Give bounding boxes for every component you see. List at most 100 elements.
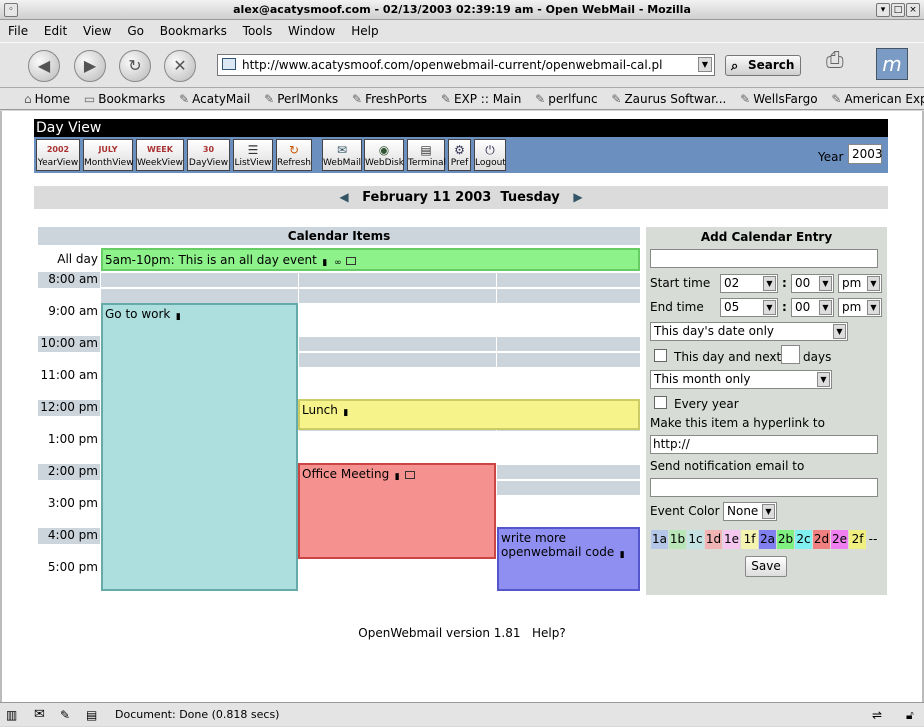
color-swatch[interactable]: 1d (705, 530, 722, 549)
webmail-button[interactable]: ✉ WebMail (322, 139, 362, 171)
menu-view[interactable]: View (83, 20, 111, 42)
previous-day-icon[interactable]: ◀ (339, 190, 348, 204)
event-lunch[interactable]: Lunch ▮ (298, 399, 640, 430)
maximize-icon[interactable]: □ (891, 3, 905, 17)
end-time-label: End time (650, 300, 704, 314)
menu-bookmarks[interactable]: Bookmarks (160, 20, 227, 42)
webdisk-button[interactable]: ◉ WebDisk (364, 139, 404, 171)
dropdown-icon: ▼ (867, 300, 880, 315)
days-count-input[interactable] (781, 345, 800, 364)
menu-help[interactable]: Help (351, 20, 378, 42)
monthview-button[interactable]: JULY MonthView (83, 139, 134, 171)
bookmark-zaurus[interactable]: ✎ Zaurus Softwar... (611, 88, 726, 109)
bookmark-freshports[interactable]: ✎ FreshPorts (352, 88, 427, 109)
composer-icon[interactable]: ✎ (60, 703, 70, 727)
listview-button[interactable]: ☰ ListView (233, 139, 273, 171)
event-color-select[interactable]: None ▼ (723, 502, 777, 521)
bookmark-folder[interactable]: ▭ Bookmarks (84, 88, 165, 109)
menu-file[interactable]: File (8, 20, 28, 42)
year-input[interactable]: 2003 (848, 144, 883, 164)
trash-icon[interactable]: ▮ (320, 258, 330, 268)
start-minute-select[interactable]: 00 ▼ (791, 274, 834, 293)
email-input[interactable] (650, 478, 878, 497)
menu-go[interactable]: Go (127, 20, 144, 42)
terminal-button[interactable]: ▤ Terminal (407, 139, 446, 171)
color-swatch[interactable]: 2a (759, 530, 776, 549)
calendar-grid: Calendar Items All day 8:00 am 9:00 am 1… (38, 227, 640, 592)
color-swatch[interactable]: 2f (849, 530, 866, 549)
url-dropdown-icon[interactable]: ▼ (698, 57, 712, 72)
url-bar[interactable]: http://www.acatysmoof.com/openwebmail-cu… (217, 54, 715, 76)
color-swatch[interactable]: 1f (741, 530, 758, 549)
start-ampm-select[interactable]: pm ▼ (838, 274, 882, 293)
menu-tools[interactable]: Tools (243, 20, 273, 42)
dayview-button[interactable]: 30 DayView (187, 139, 230, 171)
entry-description-input[interactable] (650, 249, 878, 268)
bookmark-exp[interactable]: ✎ EXP :: Main (441, 88, 521, 109)
bookmark-amex[interactable]: ✎American Expr... (831, 88, 924, 109)
next-day-icon[interactable]: ▶ (573, 190, 582, 204)
pref-button[interactable]: ⚙ Pref (448, 139, 471, 171)
every-year-checkbox[interactable] (654, 396, 667, 409)
event-allday[interactable]: 5am-10pm: This is an all day event ▮ ∞ (101, 248, 640, 271)
bookmark-perlfunc[interactable]: ✎ perlfunc (535, 88, 597, 109)
search-button[interactable]: ⌕ Search (725, 55, 801, 76)
trash-icon[interactable]: ▮ (392, 472, 402, 482)
save-button[interactable]: Save (745, 556, 787, 577)
reload-icon[interactable]: ↻ (119, 50, 151, 82)
end-minute-select[interactable]: 00 ▼ (791, 298, 834, 317)
yearview-button[interactable]: 2002 YearView (36, 139, 80, 171)
bookmark-wellsfargo[interactable]: ✎ WellsFargo (740, 88, 817, 109)
stop-icon[interactable]: ✕ (164, 50, 196, 82)
color-swatch[interactable]: 1b (669, 530, 686, 549)
month-scope-select[interactable]: This month only ▼ (650, 370, 832, 389)
trash-icon[interactable]: ▮ (617, 550, 627, 560)
color-swatch[interactable]: 2e (831, 530, 848, 549)
color-swatch[interactable]: 2b (777, 530, 794, 549)
help-link[interactable]: Help? (532, 626, 566, 640)
hyperlink-input[interactable]: http:// (650, 435, 878, 454)
color-swatch-none[interactable]: -- (866, 530, 880, 549)
start-hour-select[interactable]: 02 ▼ (720, 274, 778, 293)
end-ampm-select[interactable]: pm ▼ (838, 298, 882, 317)
trash-icon[interactable]: ▮ (341, 408, 351, 418)
end-hour-select[interactable]: 05 ▼ (720, 298, 778, 317)
event-office-meeting[interactable]: Office Meeting ▮ (298, 463, 496, 559)
forward-icon[interactable]: ▶ (74, 50, 106, 82)
time-label: 11:00 am (38, 368, 100, 384)
back-icon[interactable]: ◀ (28, 50, 60, 82)
half-hour-row[interactable] (101, 288, 640, 303)
addressbook-icon[interactable]: ▤ (86, 703, 97, 727)
event-write-code[interactable]: write more openwebmail code ▮ (497, 527, 640, 591)
note-icon[interactable] (345, 257, 356, 265)
color-swatch[interactable]: 2d (813, 530, 830, 549)
refresh-button[interactable]: ↻ Refresh (276, 139, 312, 171)
print-icon[interactable]: ⎙ (826, 48, 854, 76)
next-days-checkbox[interactable] (654, 349, 667, 362)
sidebar-toggle-icon[interactable]: ▥ (6, 703, 17, 727)
time-label: 1:00 pm (38, 432, 100, 448)
logout-button[interactable]: ⏻ Logout (474, 139, 506, 171)
bookmark-home[interactable]: ⌂ Home (24, 88, 70, 109)
link-icon[interactable]: ∞ (333, 258, 343, 268)
date-scope-select[interactable]: This day's date only ▼ (650, 322, 848, 341)
color-swatch[interactable]: 1a (651, 530, 668, 549)
color-swatch[interactable]: 2c (795, 530, 812, 549)
event-work[interactable]: Go to work ▮ (101, 303, 298, 591)
color-swatch[interactable]: 1c (687, 530, 704, 549)
half-hour-row[interactable] (101, 272, 640, 287)
weekview-button[interactable]: WEEK WeekView (136, 139, 184, 171)
window-menu-icon[interactable]: ◦ (4, 3, 18, 17)
trash-icon[interactable]: ▮ (173, 312, 183, 322)
bookmark-perlmonks[interactable]: ✎ PerlMonks (264, 88, 338, 109)
close-icon[interactable]: × (906, 3, 920, 17)
mail-icon[interactable]: ✉ (34, 703, 45, 727)
time-label: 9:00 am (38, 304, 100, 320)
bookmark-acatymail[interactable]: ✎ AcatyMail (179, 88, 250, 109)
color-swatch[interactable]: 1e (723, 530, 740, 549)
menu-window[interactable]: Window (288, 20, 335, 42)
dropdown-icon: ▼ (819, 276, 832, 291)
menu-edit[interactable]: Edit (44, 20, 67, 42)
minimize-icon[interactable]: ▾ (876, 3, 890, 17)
note-icon[interactable] (405, 471, 416, 479)
